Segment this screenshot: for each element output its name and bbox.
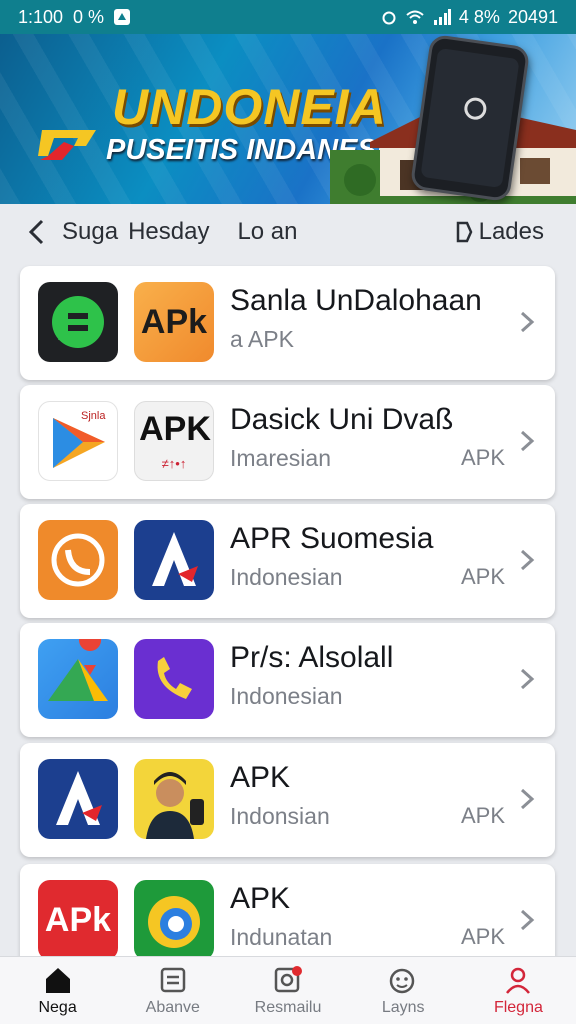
colorful-circle-icon (134, 880, 214, 960)
blue-a-icon (38, 759, 118, 839)
app-subtitle: Indonesian (230, 564, 343, 590)
app-list-item[interactable]: APR Suomesia Indonesian APK (20, 504, 555, 618)
maps-icon (38, 639, 118, 719)
hero-banner[interactable]: UNDONEIA PUSEITIS INDANESIA (0, 34, 576, 204)
app-list-item[interactable]: APK Indonsian APK (20, 743, 555, 857)
person-avatar-icon (134, 759, 214, 839)
app-subtitle: Indonesian (230, 683, 343, 709)
tab-nega[interactable]: Nega (0, 957, 115, 1024)
tab-flegna[interactable]: Flegna (461, 957, 576, 1024)
app-name: Dasick Uni Dvaß (230, 403, 454, 436)
status-bar: 1:100 0 % 4 8% 20491 (0, 0, 576, 34)
lades-button[interactable]: Lades (455, 218, 544, 246)
status-clock: 20491 (507, 6, 558, 27)
apk-tag: APK (460, 564, 505, 589)
app-subtitle: Indonsian (230, 803, 330, 829)
status-extra: 0 % (73, 6, 105, 27)
inbox-icon (160, 967, 186, 992)
app-name: Pr/s: Alsolall (230, 641, 394, 674)
tab-label: Flegna (493, 998, 543, 1016)
tab-label: Nega (38, 998, 77, 1016)
nav-item-loan[interactable]: Lo an (237, 218, 297, 246)
app-subtitle: a APK (230, 326, 294, 352)
app-name: APR Suomesia (230, 522, 434, 555)
tab-resmailu[interactable]: Resmailu (230, 957, 345, 1024)
apk-orange-icon: APk (134, 282, 214, 362)
apk-red-icon: APk (38, 880, 118, 960)
apk-tag: APK (460, 445, 505, 470)
nav-item-hesday[interactable]: Hesday (128, 218, 209, 246)
app-subtitle: Indunatan (230, 924, 333, 950)
apk-file-icon: APK ≠↑•↑ (134, 401, 214, 481)
bottom-navigation: Nega Abanve Resmailu Layns Flegna (0, 956, 576, 1024)
back-button[interactable] (14, 204, 58, 260)
apk-tag: APK (460, 803, 505, 828)
tag-icon (456, 221, 472, 243)
app-name: Sanla UnDalohaan (230, 284, 482, 317)
battery-percent: 4 8% (458, 6, 500, 27)
chevron-right-icon (520, 668, 535, 690)
face-icon (389, 968, 415, 993)
signal-icon (433, 9, 451, 25)
play-store-icon: Sjnla (38, 401, 118, 481)
app-subtitle: Imaresian (230, 445, 331, 471)
tab-abanve[interactable]: Abanve (115, 957, 230, 1024)
chevron-right-icon (520, 909, 535, 931)
chevron-left-icon (28, 219, 44, 245)
profile-icon (506, 967, 531, 994)
blue-a-icon (134, 520, 214, 600)
status-time: 1:100 (18, 6, 64, 27)
tab-label: Resmailu (254, 998, 322, 1016)
search-badge-icon (274, 965, 302, 992)
chevron-right-icon (520, 430, 535, 452)
apk-code-text: ≠↑•↑ (161, 456, 187, 471)
app-list-item[interactable]: Sjnla APK ≠↑•↑ Dasick Uni Dvaß Imaresian… (20, 385, 555, 499)
apk-tag: APK (460, 924, 505, 949)
orange-phone-icon (38, 520, 118, 600)
home-icon (45, 967, 70, 993)
nav-item-suga[interactable]: Suga (62, 218, 118, 246)
category-nav: Suga Hesday Lo an Lades (0, 204, 576, 260)
tab-label: Abanve (145, 998, 200, 1016)
tab-layns[interactable]: Layns (346, 957, 461, 1024)
green-chat-icon (38, 282, 118, 362)
purple-phone-icon (134, 639, 214, 719)
chevron-right-icon (520, 788, 535, 810)
app-list-item[interactable]: Pr/s: Alsolall Indonesian (20, 623, 555, 737)
chevron-right-icon (520, 549, 535, 571)
wifi-icon (406, 10, 424, 24)
chevron-right-icon (520, 311, 535, 333)
app-list-item[interactable]: APk Sanla UnDalohaan a APK (20, 266, 555, 380)
notification-icon (114, 9, 131, 25)
brand-logo-icon (38, 130, 96, 160)
lades-label: Lades (478, 218, 544, 245)
small-mark-text: Sjnla (81, 410, 106, 422)
tab-label: Layns (381, 998, 425, 1016)
app-name: APK (230, 761, 291, 794)
alarm-icon (382, 11, 396, 25)
app-name: APK (230, 882, 291, 915)
